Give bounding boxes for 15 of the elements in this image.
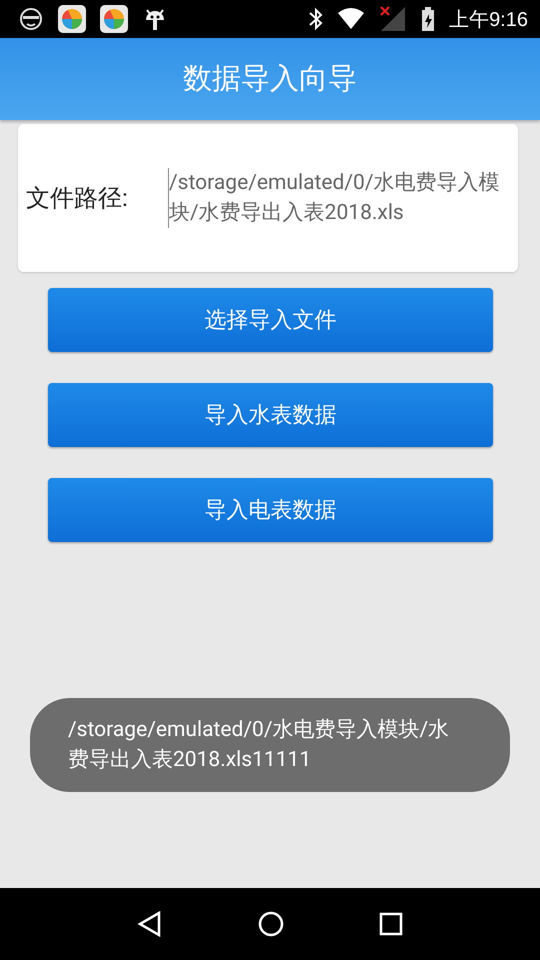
clock-time: 上午9:16 bbox=[449, 8, 528, 32]
file-path-field[interactable]: /storage/emulated/0/水电费导入模块/水费导出入表2018.xls bbox=[168, 168, 509, 228]
home-icon[interactable] bbox=[258, 911, 284, 937]
face-icon bbox=[18, 6, 44, 32]
action-button[interactable]: 导入电表数据 bbox=[48, 478, 493, 542]
back-icon[interactable] bbox=[137, 911, 164, 937]
toast-message: /storage/emulated/0/水电费导入模块/水费导出入表2018.xls11111 bbox=[68, 717, 450, 774]
app-icon bbox=[58, 5, 86, 33]
app-icon bbox=[100, 5, 128, 33]
app-title: 数据导入向导 bbox=[183, 61, 357, 98]
recents-icon[interactable] bbox=[378, 912, 403, 936]
action-button[interactable]: 选择导入文件 bbox=[48, 288, 493, 352]
bluetooth-icon bbox=[307, 6, 324, 32]
action-button[interactable]: 导入水表数据 bbox=[48, 383, 493, 447]
file-path-label: 文件路径: bbox=[26, 183, 129, 214]
